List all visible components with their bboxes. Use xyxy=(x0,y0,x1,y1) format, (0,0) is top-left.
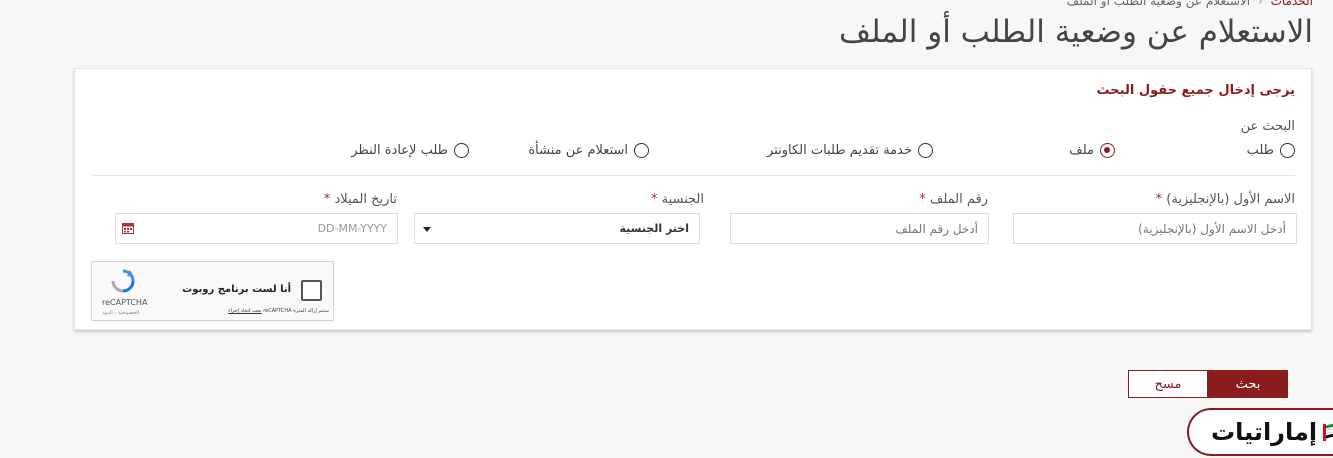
breadcrumb-parent[interactable]: الخدمات xyxy=(1271,0,1313,8)
radio-option-file[interactable]: ملف xyxy=(1069,141,1115,159)
dob-placeholder: DD-MM-YYYY xyxy=(317,222,387,235)
brand-name: إماراتيات xyxy=(1211,418,1318,446)
file-number-label: رقم الملف * xyxy=(919,192,988,207)
radio-circle-checked-icon[interactable] xyxy=(1100,142,1115,158)
page-title: الاستعلام عن وضعية الطلب أو الملف xyxy=(839,14,1313,50)
radio-option-counter-service[interactable]: خدمة تقديم طلبات الكاونتر xyxy=(767,141,933,159)
radio-label: طلب لإعادة النظر xyxy=(351,142,448,158)
required-mark: * xyxy=(323,192,331,207)
required-mark: * xyxy=(1155,192,1163,207)
calendar-icon[interactable] xyxy=(122,222,134,234)
recaptcha-label: أنا لست برنامج روبوت xyxy=(182,284,291,295)
clear-button[interactable]: مسح xyxy=(1128,370,1208,398)
chevron-down-icon xyxy=(423,227,431,232)
search-form-card: يرجى إدخال جميع حقول البحث البحث عن طلب … xyxy=(74,68,1312,330)
first-name-placeholder: أدخل الاسم الأول (بالإنجليزية) xyxy=(1138,221,1286,236)
radio-circle-icon[interactable] xyxy=(1280,142,1295,158)
nationality-selected: اختر الجنسية xyxy=(619,222,689,235)
dob-input[interactable]: DD-MM-YYYY xyxy=(115,213,398,244)
radio-circle-icon[interactable] xyxy=(634,142,649,158)
required-mark: * xyxy=(650,192,658,207)
radio-circle-icon[interactable] xyxy=(454,142,469,158)
nationality-select[interactable]: اختر الجنسية xyxy=(414,213,700,244)
uae-flag-icon xyxy=(1323,424,1333,441)
file-number-input[interactable]: أدخل رقم الملف xyxy=(730,213,989,244)
radio-option-reconsideration[interactable]: طلب لإعادة النظر xyxy=(351,141,469,159)
recaptcha-checkbox[interactable] xyxy=(301,280,322,301)
form-instruction: يرجى إدخال جميع حقول البحث xyxy=(1096,83,1295,98)
radio-label: استعلام عن منشأة xyxy=(528,142,628,158)
radio-circle-icon[interactable] xyxy=(918,142,933,158)
form-divider xyxy=(91,175,1295,176)
search-button[interactable]: بحث xyxy=(1208,370,1288,398)
radio-label: طلب xyxy=(1246,142,1274,158)
radio-option-establishment-inquiry[interactable]: استعلام عن منشأة xyxy=(528,141,649,159)
breadcrumb: الخدمات ‹ الاستعلام عن وضعية الطلب أو ال… xyxy=(1067,0,1313,8)
dob-label: تاريخ الميلاد * xyxy=(323,192,397,207)
first-name-input[interactable]: أدخل الاسم الأول (بالإنجليزية) xyxy=(1013,213,1297,244)
recaptcha-widget: أنا لست برنامج روبوت reCAPTCHA الخصوصية … xyxy=(91,261,334,321)
radio-label: خدمة تقديم طلبات الكاونتر xyxy=(767,142,912,158)
breadcrumb-separator: ‹ xyxy=(1257,0,1263,8)
brand-badge: إماراتيات xyxy=(1187,408,1333,456)
recaptcha-terms[interactable]: الخصوصية - البنود xyxy=(102,310,139,316)
file-number-placeholder: أدخل رقم الملف xyxy=(895,221,978,236)
first-name-label: الاسم الأول (بالإنجليزية) * xyxy=(1155,192,1295,207)
radio-option-request[interactable]: طلب xyxy=(1247,141,1295,159)
breadcrumb-current: الاستعلام عن وضعية الطلب أو الملف xyxy=(1066,0,1251,8)
recaptcha-privacy-note: ستتم إزالة الميزة reCAPTCHA يجب اتخاذ إج… xyxy=(228,308,329,314)
recaptcha-action-link[interactable]: يجب اتخاذ إجراء xyxy=(228,308,261,314)
search-by-label: البحث عن xyxy=(1240,119,1295,134)
recaptcha-logo-icon xyxy=(111,269,135,293)
radio-label: ملف xyxy=(1069,142,1094,158)
required-mark: * xyxy=(919,192,926,207)
nationality-label: الجنسية * xyxy=(650,192,704,207)
recaptcha-brand: reCAPTCHA xyxy=(102,298,148,307)
